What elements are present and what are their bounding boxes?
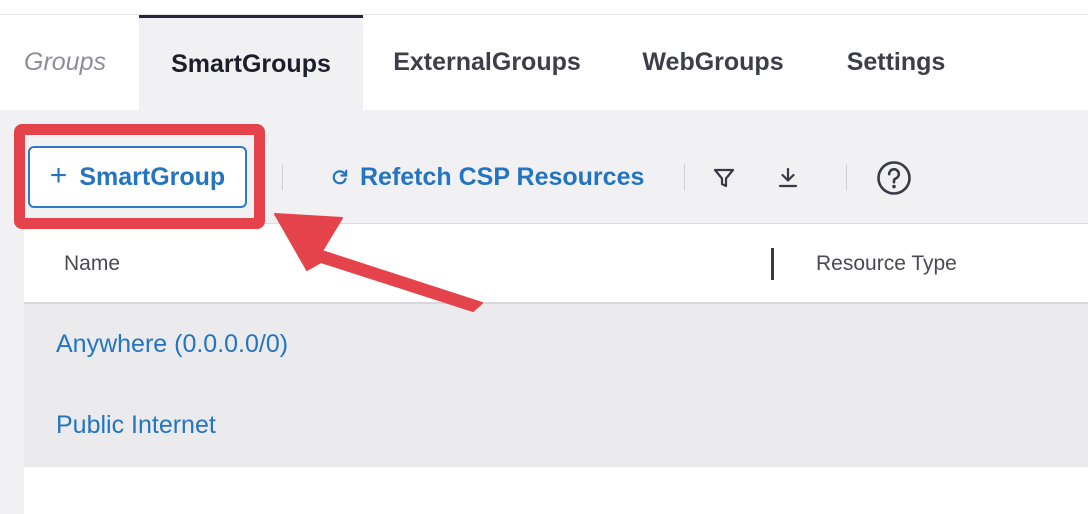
column-resize-handle[interactable] bbox=[771, 248, 774, 280]
tab-externalgroups[interactable]: ExternalGroups bbox=[374, 15, 600, 110]
table-row[interactable]: Public Internet bbox=[24, 385, 1088, 467]
column-header-name[interactable]: Name bbox=[64, 224, 120, 304]
tab-smartgroups[interactable]: SmartGroups bbox=[139, 15, 363, 110]
refresh-icon bbox=[330, 167, 350, 187]
table-header: Name Resource Type bbox=[24, 224, 1088, 304]
column-header-resource-type[interactable]: Resource Type bbox=[816, 224, 957, 304]
refetch-csp-resources-button[interactable]: Refetch CSP Resources bbox=[330, 156, 644, 198]
smartgroups-page: Groups SmartGroups ExternalGroups WebGro… bbox=[0, 0, 1088, 514]
download-icon[interactable] bbox=[768, 158, 808, 198]
filter-icon[interactable] bbox=[704, 158, 744, 198]
table-row[interactable]: Anywhere (0.0.0.0/0) bbox=[24, 304, 1088, 385]
toolbar-separator bbox=[684, 164, 685, 190]
add-smartgroup-button[interactable]: + SmartGroup bbox=[28, 146, 247, 208]
tab-groups[interactable]: Groups bbox=[0, 15, 134, 110]
tab-webgroups[interactable]: WebGroups bbox=[620, 15, 806, 110]
toolbar-separator bbox=[846, 164, 847, 190]
smartgroups-table: Name Resource Type Anywhere (0.0.0.0/0) … bbox=[24, 224, 1088, 514]
row-name-link[interactable]: Public Internet bbox=[56, 385, 216, 466]
add-smartgroup-label: SmartGroup bbox=[79, 162, 226, 191]
help-icon[interactable] bbox=[874, 158, 914, 198]
toolbar-separator bbox=[282, 164, 283, 190]
plus-icon: + bbox=[49, 159, 68, 192]
row-name-link[interactable]: Anywhere (0.0.0.0/0) bbox=[56, 304, 288, 385]
tab-settings[interactable]: Settings bbox=[826, 15, 966, 110]
refetch-label: Refetch CSP Resources bbox=[360, 162, 645, 191]
